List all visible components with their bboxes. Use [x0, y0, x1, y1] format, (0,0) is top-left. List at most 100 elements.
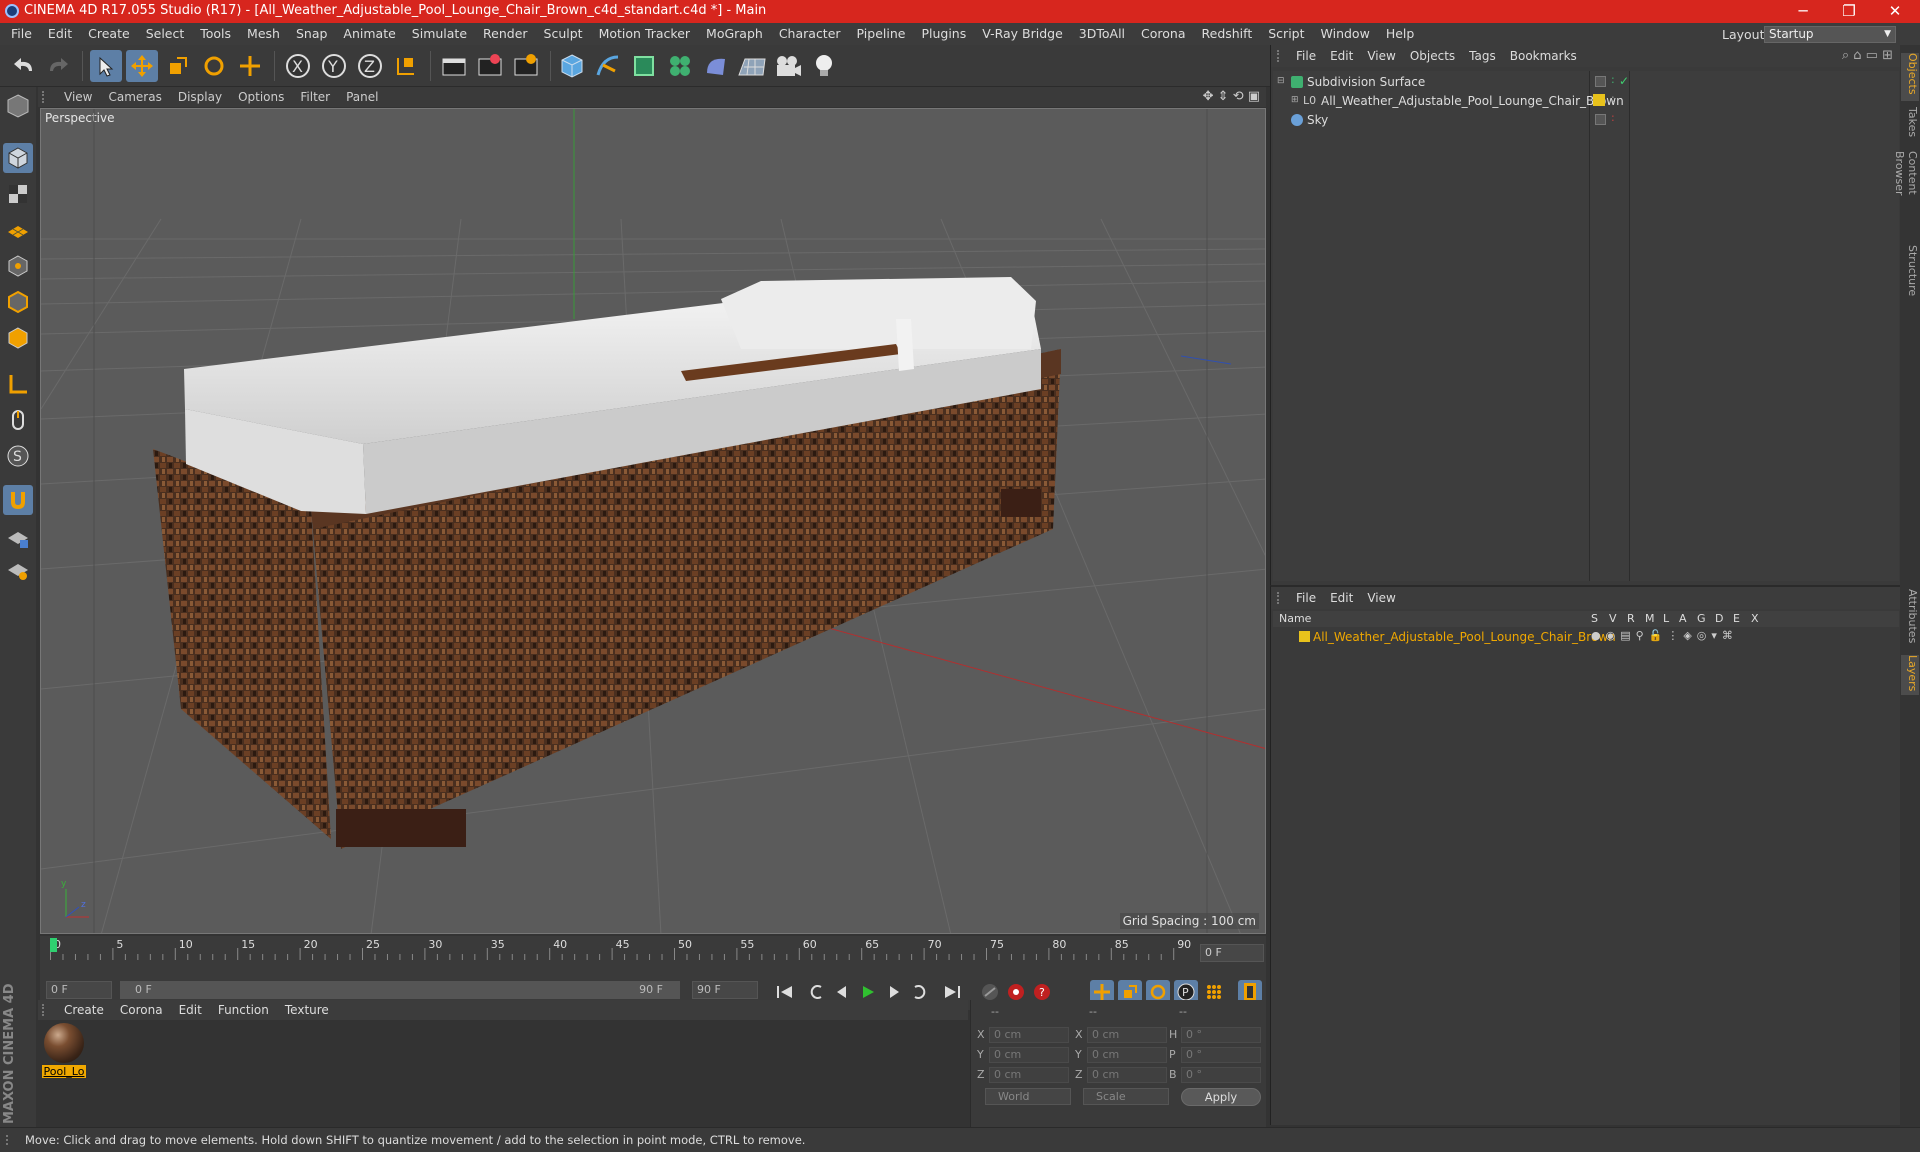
current-frame-field[interactable]: 0 F: [1200, 944, 1264, 962]
frame-range-slider[interactable]: 0 F 90 F: [120, 981, 680, 999]
workplane-lock-icon[interactable]: [3, 523, 33, 553]
menu-sculpt[interactable]: Sculpt: [536, 23, 591, 45]
tab-structure[interactable]: Structure: [1901, 245, 1919, 303]
render-view-icon[interactable]: [438, 50, 470, 82]
timeline-ruler[interactable]: 0 5 10 15 20 25 30 35 40 45 50 55 60 65 70 75 80 85 90 0 F: [40, 936, 1266, 972]
start-frame-field[interactable]: 0 F: [46, 981, 112, 999]
workplane-grid-icon[interactable]: [3, 555, 33, 585]
light-icon[interactable]: [808, 50, 840, 82]
menu-motion-tracker[interactable]: Motion Tracker: [591, 23, 698, 45]
rotation-h-field[interactable]: 0 °: [1181, 1027, 1261, 1043]
menu-corona[interactable]: Corona: [1133, 23, 1193, 45]
spline-pen-icon[interactable]: [592, 50, 624, 82]
x-axis-lock-icon[interactable]: X: [282, 50, 314, 82]
cube-primitive-icon[interactable]: [556, 50, 588, 82]
axis-mode-icon[interactable]: [3, 369, 33, 399]
tab-content-browser[interactable]: Content Browser: [1893, 151, 1919, 241]
object-menu-bookmarks[interactable]: Bookmarks: [1503, 45, 1584, 67]
object-menu-view[interactable]: View: [1360, 45, 1402, 67]
material-swatch[interactable]: Pool_Lo: [42, 1023, 86, 1078]
camera-icon[interactable]: [772, 50, 804, 82]
z-axis-lock-icon[interactable]: Z: [354, 50, 386, 82]
menu-animate[interactable]: Animate: [335, 23, 403, 45]
viewport-menu-options[interactable]: Options: [230, 87, 292, 107]
expand-icon[interactable]: ⊞: [1291, 95, 1299, 105]
object-menu-file[interactable]: File: [1289, 45, 1323, 67]
menu-create[interactable]: Create: [80, 23, 138, 45]
menu-tools[interactable]: Tools: [192, 23, 239, 45]
apply-button[interactable]: Apply: [1181, 1088, 1261, 1106]
workplane-mode-icon[interactable]: [3, 215, 33, 245]
texture-mode-icon[interactable]: [3, 179, 33, 209]
layer-menu-view[interactable]: View: [1360, 587, 1402, 609]
menu-render[interactable]: Render: [475, 23, 536, 45]
frame-ruler[interactable]: 0 5 10 15 20 25 30 35 40 45 50 55 60 65 70 75 80 85 90: [50, 936, 1200, 966]
menu-plugins[interactable]: Plugins: [913, 23, 974, 45]
visibility-dots-icon[interactable]: :: [1611, 111, 1615, 124]
size-mode-select[interactable]: Scale: [1083, 1088, 1169, 1105]
model-mode-icon[interactable]: [3, 143, 33, 173]
viewport-menu-panel[interactable]: Panel: [338, 87, 386, 107]
enabled-check-icon[interactable]: ✓: [1619, 74, 1629, 88]
deformer-icon[interactable]: [700, 50, 732, 82]
visibility-dots-icon[interactable]: :: [1611, 92, 1615, 105]
material-menu-edit[interactable]: Edit: [171, 1000, 210, 1020]
layout-select[interactable]: Startup ▼: [1764, 26, 1896, 43]
coordinate-space-select[interactable]: World: [985, 1088, 1071, 1105]
size-z-field[interactable]: 0 cm: [1087, 1067, 1167, 1083]
points-mode-icon[interactable]: [3, 251, 33, 281]
snap-magnet-icon[interactable]: [3, 485, 33, 515]
3d-viewport[interactable]: Perspective y z Grid Spacing: 100 cm: [40, 108, 1266, 934]
menu-v-ray-bridge[interactable]: V-Ray Bridge: [974, 23, 1071, 45]
material-menu-corona[interactable]: Corona: [112, 1000, 171, 1020]
menu-select[interactable]: Select: [138, 23, 193, 45]
menu-file[interactable]: File: [3, 23, 40, 45]
make-editable-icon[interactable]: [3, 91, 33, 121]
undo-button[interactable]: [8, 50, 40, 82]
menu-pipeline[interactable]: Pipeline: [849, 23, 914, 45]
menu-snap[interactable]: Snap: [288, 23, 335, 45]
tab-layers[interactable]: Layers: [1901, 655, 1919, 695]
layer-menu-edit[interactable]: Edit: [1323, 587, 1360, 609]
menu-script[interactable]: Script: [1260, 23, 1312, 45]
tweak-mode-icon[interactable]: [3, 405, 33, 435]
object-manager-nav-icons[interactable]: ⌕ ⌂ ▭ ⊞: [1842, 48, 1893, 63]
end-frame-field[interactable]: 90 F: [692, 981, 758, 999]
redo-button[interactable]: [42, 50, 74, 82]
layer-color-swatch[interactable]: [1299, 631, 1310, 642]
viewport-nav-icons[interactable]: ✥ ⇕ ⟲ ▣: [1203, 89, 1260, 104]
viewport-menu-display[interactable]: Display: [170, 87, 230, 107]
object-menu-edit[interactable]: Edit: [1323, 45, 1360, 67]
collapse-icon[interactable]: ⊟: [1277, 76, 1285, 86]
tab-takes[interactable]: Takes: [1901, 107, 1919, 147]
menu-mesh[interactable]: Mesh: [239, 23, 288, 45]
visibility-dots-icon[interactable]: :: [1611, 73, 1615, 86]
material-menu-texture[interactable]: Texture: [277, 1000, 337, 1020]
solo-mode-icon[interactable]: S: [3, 441, 33, 471]
layer-row[interactable]: All_Weather_Adjustable_Pool_Lounge_Chair…: [1273, 628, 1899, 646]
polygons-mode-icon[interactable]: [3, 323, 33, 353]
playhead[interactable]: [50, 938, 57, 952]
tab-attributes[interactable]: Attributes: [1901, 589, 1919, 651]
maximize-button[interactable]: ❐: [1826, 0, 1872, 23]
subdivision-surface-icon[interactable]: [628, 50, 660, 82]
minimize-button[interactable]: ─: [1780, 0, 1826, 23]
position-y-field[interactable]: 0 cm: [989, 1047, 1069, 1063]
viewport-menu-view[interactable]: View: [56, 87, 100, 107]
size-y-field[interactable]: 0 cm: [1087, 1047, 1167, 1063]
close-button[interactable]: ✕: [1872, 0, 1918, 23]
viewport-menu-cameras[interactable]: Cameras: [100, 87, 169, 107]
edges-mode-icon[interactable]: [3, 287, 33, 317]
menu-redshift[interactable]: Redshift: [1194, 23, 1261, 45]
menu-mograph[interactable]: MoGraph: [698, 23, 771, 45]
menu-simulate[interactable]: Simulate: [404, 23, 475, 45]
object-row-subdivision-surface[interactable]: ⊟ Subdivision Surface : ✓: [1273, 73, 1899, 92]
menu-window[interactable]: Window: [1313, 23, 1378, 45]
floor-icon[interactable]: [736, 50, 768, 82]
object-row-sky[interactable]: Sky :: [1273, 111, 1899, 130]
rotation-p-field[interactable]: 0 °: [1181, 1047, 1261, 1063]
coordinate-system-icon[interactable]: [390, 50, 422, 82]
size-x-field[interactable]: 0 cm: [1087, 1027, 1167, 1043]
material-menu-function[interactable]: Function: [210, 1000, 277, 1020]
selection-tool-icon[interactable]: [90, 50, 122, 82]
